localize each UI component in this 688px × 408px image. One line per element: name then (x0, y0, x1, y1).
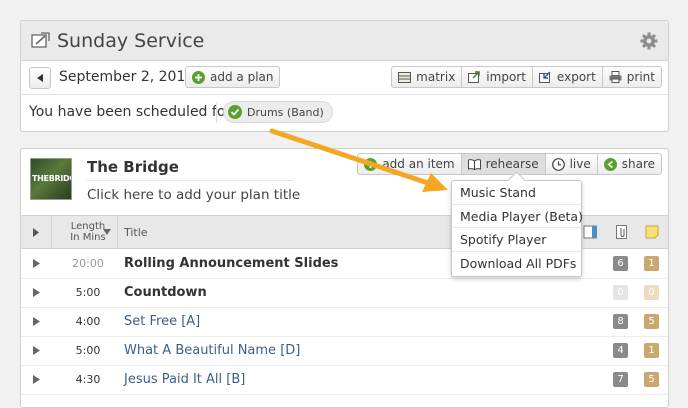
attachment-icon[interactable] (615, 225, 629, 239)
matrix-icon (398, 71, 412, 83)
add-plan-button[interactable]: add a plan (185, 66, 281, 88)
service-header: Sunday Service (21, 21, 668, 61)
expand-row-icon[interactable] (33, 375, 40, 384)
service-type-icon (31, 32, 50, 48)
export-button[interactable]: export (531, 66, 603, 88)
triangle-left-icon (37, 74, 43, 82)
add-item-label: add an item (382, 157, 455, 171)
service-panel: Sunday Service September 2, 2018 add a p… (20, 20, 669, 132)
song-title[interactable]: What A Beautiful Name [D] (124, 343, 300, 358)
series-artwork-text: THEBRIDGE (32, 174, 71, 183)
song-title[interactable]: Set Free [A] (124, 314, 200, 329)
menu-item-music-stand[interactable]: Music Stand (452, 181, 581, 205)
expand-all-button[interactable] (21, 216, 52, 249)
menu-item-spotify-player[interactable]: Spotify Player (452, 228, 581, 252)
plan-toolbar: add an item rehearse live share (357, 153, 662, 175)
people-count-badge: 4 (613, 343, 628, 358)
rehearse-label: rehearse (485, 157, 539, 171)
notes-count-badge: 1 (644, 256, 659, 271)
import-button[interactable]: import (461, 66, 533, 88)
import-icon (468, 71, 480, 83)
menu-item-download-pdfs[interactable]: Download All PDFs (452, 252, 581, 276)
length-header-line1: Length (70, 221, 106, 232)
triangle-right-icon (33, 228, 39, 237)
role-badge[interactable]: Drums (Band) (223, 101, 333, 123)
item-title[interactable]: Countdown (124, 285, 207, 300)
share-icon (603, 157, 617, 171)
schedule-text: You have been scheduled for (29, 104, 232, 120)
notes-icon[interactable] (645, 225, 659, 239)
series-artwork[interactable]: THEBRIDGE (30, 158, 72, 200)
plan-actions: matrix import export print (391, 66, 662, 88)
date-bar: September 2, 2018 add a plan matrix impo… (21, 61, 668, 95)
expand-row-icon[interactable] (33, 259, 40, 268)
table-row[interactable]: 4:30 Jesus Paid It All [B] 7 5 (21, 366, 668, 395)
schedule-row: You have been scheduled for Drums (Band) (21, 95, 668, 131)
book-icon (467, 158, 481, 170)
previous-date-button[interactable] (29, 67, 51, 89)
divider (216, 103, 217, 123)
item-length: 5:00 (75, 286, 101, 299)
length-header-line2: In Mins (70, 232, 106, 243)
menu-item-media-player[interactable]: Media Player (Beta) (452, 205, 583, 228)
gear-icon[interactable] (640, 32, 658, 50)
item-length: 4:00 (75, 315, 101, 328)
expand-row-icon[interactable] (33, 317, 40, 326)
title-column-header[interactable]: Title (124, 226, 148, 239)
plan-title-input[interactable]: Click here to add your plan title (87, 187, 300, 203)
plan-date[interactable]: September 2, 2018 (59, 69, 194, 85)
divider (117, 216, 118, 249)
import-label: import (486, 70, 526, 84)
notes-count-badge: 1 (644, 343, 659, 358)
export-label: export (556, 70, 596, 84)
table-row[interactable]: 5:00 What A Beautiful Name [D] 4 1 (21, 337, 668, 366)
add-plan-label: add a plan (210, 70, 274, 84)
rehearse-button[interactable]: rehearse (460, 153, 546, 175)
item-length: 5:00 (75, 344, 101, 357)
clock-icon (551, 157, 565, 171)
print-button[interactable]: print (601, 66, 662, 88)
item-title[interactable]: Rolling Announcement Slides (124, 256, 338, 271)
series-title[interactable]: The Bridge (87, 158, 179, 176)
add-item-button[interactable]: add an item (357, 153, 462, 175)
matrix-button[interactable]: matrix (391, 66, 463, 88)
people-column-icon[interactable] (583, 225, 599, 239)
divider (87, 180, 293, 181)
length-column-header[interactable]: Length In Mins (53, 221, 123, 243)
check-circle-icon (228, 105, 242, 119)
plus-circle-icon (192, 70, 205, 84)
matrix-label: matrix (416, 70, 456, 84)
sort-down-icon[interactable] (103, 229, 111, 235)
notes-count-badge: 5 (644, 314, 659, 329)
people-count-badge: 7 (613, 372, 628, 387)
notes-count-badge: 5 (644, 372, 659, 387)
print-icon (609, 71, 622, 83)
live-button[interactable]: live (544, 153, 598, 175)
people-count-badge: 0 (613, 285, 628, 300)
export-icon (538, 71, 551, 83)
live-label: live (569, 157, 591, 171)
expand-row-icon[interactable] (33, 288, 40, 297)
notes-count-badge: 0 (644, 285, 659, 300)
service-title: Sunday Service (57, 30, 205, 52)
plus-circle-icon (364, 157, 378, 171)
share-button[interactable]: share (596, 153, 662, 175)
expand-row-icon[interactable] (33, 346, 40, 355)
role-label: Drums (Band) (247, 105, 324, 119)
song-title[interactable]: Jesus Paid It All [B] (124, 372, 245, 387)
people-count-badge: 6 (613, 256, 628, 271)
rehearse-menu: Music Stand Media Player (Beta) Spotify … (451, 180, 583, 277)
table-row[interactable]: 4:00 Set Free [A] 8 5 (21, 308, 668, 337)
share-label: share (621, 157, 655, 171)
item-length: 4:30 (75, 373, 101, 386)
print-label: print (626, 70, 655, 84)
people-count-badge: 8 (613, 314, 628, 329)
table-row[interactable]: 5:00 Countdown 0 0 (21, 279, 668, 308)
item-length: 20:00 (72, 257, 104, 270)
